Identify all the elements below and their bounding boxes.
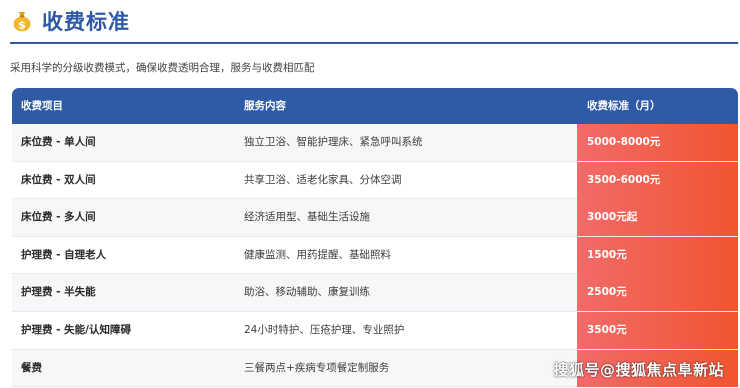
table-row: 床位费 - 多人间 经济适用型、基础生活设施 3000元起 <box>12 199 738 237</box>
service-content: 经济适用型、基础生活设施 <box>244 211 370 224</box>
price-cell: 5000-8000元 <box>577 124 738 161</box>
fee-table: 收费项目 服务内容 收费标准（月） 床位费 - 单人间 独立卫浴、智能护理床、紧… <box>12 88 738 388</box>
service-content: 独立卫浴、智能护理床、紧急呼叫系统 <box>244 136 423 148</box>
price-cell: 3500元 <box>577 312 738 349</box>
table-row: 护理费 - 失能/认知障碍 24小时特护、压疮护理、专业照护 3500元 <box>12 312 738 350</box>
price-cell: 1500元 <box>577 236 738 274</box>
service-content: 共享卫浴、适老化家具、分体空调 <box>244 173 402 186</box>
service-content: 三餐两点+疾病专项餐定制服务 <box>244 361 390 374</box>
title-row: $ 收费标准 <box>10 6 130 36</box>
page-title: 收费标准 <box>42 10 130 34</box>
fee-item: 床位费 - 单人间 <box>21 136 96 148</box>
column-header-service: 服务内容 <box>244 100 286 112</box>
table-header: 收费项目 服务内容 收费标准（月） <box>12 88 738 124</box>
fee-item: 护理费 - 自理老人 <box>21 248 107 261</box>
title-divider <box>10 42 738 44</box>
service-content: 24小时特护、压疮护理、专业照护 <box>244 324 405 336</box>
service-content: 助浴、移动辅助、康复训练 <box>244 286 370 299</box>
column-header-price: 收费标准（月） <box>587 100 661 112</box>
table-row: 护理费 - 半失能 助浴、移动辅助、康复训练 2500元 <box>12 274 738 312</box>
price-cell: 3500-6000元 <box>577 161 738 199</box>
page: $ 收费标准 采用科学的分级收费模式，确保收费透明合理，服务与收费相匹配 收费项… <box>0 0 740 388</box>
table-row: 床位费 - 双人间 共享卫浴、适老化家具、分体空调 3500-6000元 <box>12 161 738 200</box>
fee-item: 护理费 - 半失能 <box>21 286 96 299</box>
price-cell: 2500元 <box>577 274 738 312</box>
column-header-item: 收费项目 <box>21 100 63 112</box>
fee-item: 床位费 - 双人间 <box>21 173 96 186</box>
fee-item: 床位费 - 多人间 <box>21 211 96 224</box>
fee-item: 护理费 - 失能/认知障碍 <box>21 324 132 336</box>
table-row: 护理费 - 自理老人 健康监测、用药提醒、基础照料 1500元 <box>12 236 738 275</box>
moneybag-icon: $ <box>13 12 31 32</box>
fee-item: 餐费 <box>21 361 42 374</box>
table-row: 床位费 - 单人间 独立卫浴、智能护理床、紧急呼叫系统 5000-8000元 <box>12 124 738 162</box>
price-cell: 3000元起 <box>577 199 738 237</box>
service-content: 健康监测、用药提醒、基础照料 <box>244 248 391 261</box>
watermark: 搜狐号@搜狐焦点阜新站 <box>553 361 724 379</box>
svg-text:$: $ <box>18 18 26 31</box>
intro-text: 采用科学的分级收费模式，确保收费透明合理，服务与收费相匹配 <box>10 62 315 74</box>
